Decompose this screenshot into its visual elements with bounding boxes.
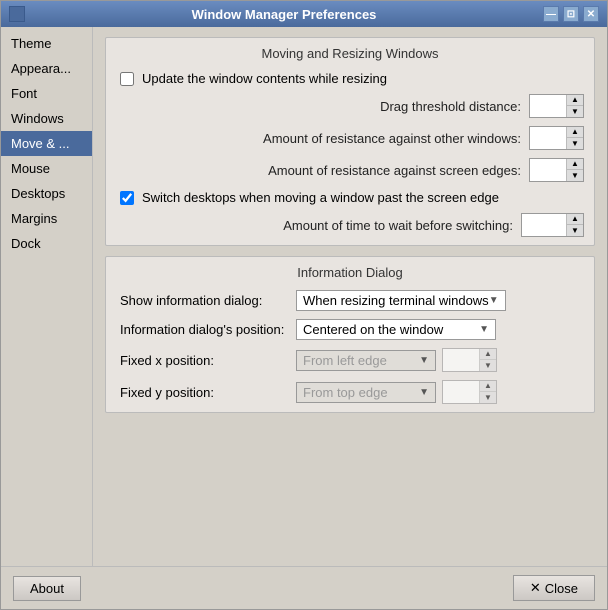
show-dialog-label: Show information dialog:: [116, 293, 296, 308]
drag-threshold-up[interactable]: ▲: [567, 95, 583, 106]
dialog-position-arrow: ▼: [479, 324, 489, 335]
sidebar-item-dock[interactable]: Dock: [1, 231, 92, 256]
moving-section-title: Moving and Resizing Windows: [116, 46, 584, 61]
drag-threshold-spinner-buttons: ▲ ▼: [566, 95, 583, 117]
sidebar-item-theme[interactable]: Theme: [1, 31, 92, 56]
close-button-footer[interactable]: ✕ Close: [513, 575, 595, 601]
wait-before-down[interactable]: ▼: [567, 225, 583, 236]
resistance-windows-input[interactable]: 10: [530, 129, 566, 148]
switch-desktops-checkbox[interactable]: [120, 191, 134, 205]
resistance-windows-spinner[interactable]: 10 ▲ ▼: [529, 126, 584, 150]
dialog-position-dropdown[interactable]: Centered on the window ▼: [296, 319, 496, 340]
fixed-y-input[interactable]: 10: [443, 383, 479, 402]
update-checkbox-label: Update the window contents while resizin…: [142, 71, 387, 86]
close-label: Close: [545, 581, 578, 596]
resistance-windows-spinner-buttons: ▲ ▼: [566, 127, 583, 149]
wait-before-row: Amount of time to wait before switching:…: [116, 213, 584, 237]
moving-section: Moving and Resizing Windows Update the w…: [105, 37, 595, 246]
resistance-windows-down[interactable]: ▼: [567, 138, 583, 149]
fixed-x-up[interactable]: ▲: [480, 349, 496, 360]
close-icon: ✕: [530, 580, 541, 596]
fixed-y-controls: From top edge ▼ 10 ▲ ▼: [296, 380, 497, 404]
resistance-edges-spinner-buttons: ▲ ▼: [566, 159, 583, 181]
wait-before-label: Amount of time to wait before switching:: [116, 218, 521, 233]
dialog-position-selected: Centered on the window: [303, 322, 479, 337]
info-section-title: Information Dialog: [116, 265, 584, 280]
fixed-y-label: Fixed y position:: [116, 385, 296, 400]
main-content: Moving and Resizing Windows Update the w…: [93, 27, 607, 566]
switch-desktops-label: Switch desktops when moving a window pas…: [142, 190, 499, 205]
drag-threshold-label: Drag threshold distance:: [116, 99, 529, 114]
fixed-y-up[interactable]: ▲: [480, 381, 496, 392]
window-icon: [9, 6, 25, 22]
fixed-x-from-dropdown[interactable]: From left edge ▼: [296, 350, 436, 371]
titlebar: Window Manager Preferences — ⊡ ✕: [1, 1, 607, 27]
fixed-y-spinner[interactable]: 10 ▲ ▼: [442, 380, 497, 404]
sidebar-item-windows[interactable]: Windows: [1, 106, 92, 131]
dialog-position-label: Information dialog's position:: [116, 322, 296, 337]
wait-before-up[interactable]: ▲: [567, 214, 583, 225]
fixed-y-from-arrow: ▼: [419, 387, 429, 398]
sidebar-item-desktops[interactable]: Desktops: [1, 181, 92, 206]
dialog-position-row: Information dialog's position: Centered …: [116, 319, 584, 340]
fixed-y-from-dropdown[interactable]: From top edge ▼: [296, 382, 436, 403]
show-dialog-dropdown[interactable]: When resizing terminal windows ▼: [296, 290, 506, 311]
maximize-button[interactable]: ⊡: [563, 6, 579, 22]
minimize-button[interactable]: —: [543, 6, 559, 22]
close-button[interactable]: ✕: [583, 6, 599, 22]
titlebar-controls: — ⊡ ✕: [543, 6, 599, 22]
sidebar-item-font[interactable]: Font: [1, 81, 92, 106]
fixed-y-down[interactable]: ▼: [480, 392, 496, 403]
fixed-x-controls: From left edge ▼ 10 ▲ ▼: [296, 348, 497, 372]
wait-before-spinner-buttons: ▲ ▼: [566, 214, 583, 236]
show-dialog-selected: When resizing terminal windows: [303, 293, 489, 308]
resistance-edges-label: Amount of resistance against screen edge…: [116, 163, 529, 178]
main-window: Window Manager Preferences — ⊡ ✕ Theme A…: [0, 0, 608, 610]
footer: About ✕ Close: [1, 566, 607, 609]
resistance-windows-row: Amount of resistance against other windo…: [116, 126, 584, 150]
content-area: Theme Appeara... Font Windows Move & ...…: [1, 27, 607, 566]
fixed-x-from-arrow: ▼: [419, 355, 429, 366]
drag-threshold-input[interactable]: 8: [530, 97, 566, 116]
sidebar: Theme Appeara... Font Windows Move & ...…: [1, 27, 93, 566]
fixed-x-row: Fixed x position: From left edge ▼ 10 ▲ …: [116, 348, 584, 372]
sidebar-item-move[interactable]: Move & ...: [1, 131, 92, 156]
fixed-x-label: Fixed x position:: [116, 353, 296, 368]
resistance-windows-label: Amount of resistance against other windo…: [116, 131, 529, 146]
fixed-y-spinner-buttons: ▲ ▼: [479, 381, 496, 403]
drag-threshold-row: Drag threshold distance: 8 ▲ ▼: [116, 94, 584, 118]
window-title: Window Manager Preferences: [25, 7, 543, 22]
sidebar-item-appearance[interactable]: Appeara...: [1, 56, 92, 81]
wait-before-input[interactable]: 400: [522, 216, 566, 235]
fixed-y-from-selected: From top edge: [303, 385, 419, 400]
update-checkbox[interactable]: [120, 72, 134, 86]
resistance-windows-up[interactable]: ▲: [567, 127, 583, 138]
switch-desktops-row: Switch desktops when moving a window pas…: [116, 190, 584, 205]
fixed-x-spinner-buttons: ▲ ▼: [479, 349, 496, 371]
sidebar-item-margins[interactable]: Margins: [1, 206, 92, 231]
fixed-y-row: Fixed y position: From top edge ▼ 10 ▲ ▼: [116, 380, 584, 404]
resistance-edges-up[interactable]: ▲: [567, 159, 583, 170]
resistance-edges-down[interactable]: ▼: [567, 170, 583, 181]
update-checkbox-row: Update the window contents while resizin…: [116, 71, 584, 86]
resistance-edges-row: Amount of resistance against screen edge…: [116, 158, 584, 182]
fixed-x-spinner[interactable]: 10 ▲ ▼: [442, 348, 497, 372]
show-dialog-row: Show information dialog: When resizing t…: [116, 290, 584, 311]
resistance-edges-spinner[interactable]: 20 ▲ ▼: [529, 158, 584, 182]
info-section: Information Dialog Show information dial…: [105, 256, 595, 413]
about-button[interactable]: About: [13, 576, 81, 601]
show-dialog-arrow: ▼: [489, 295, 499, 306]
wait-before-spinner[interactable]: 400 ▲ ▼: [521, 213, 584, 237]
drag-threshold-spinner[interactable]: 8 ▲ ▼: [529, 94, 584, 118]
sidebar-item-mouse[interactable]: Mouse: [1, 156, 92, 181]
fixed-x-down[interactable]: ▼: [480, 360, 496, 371]
fixed-x-input[interactable]: 10: [443, 351, 479, 370]
drag-threshold-down[interactable]: ▼: [567, 106, 583, 117]
resistance-edges-input[interactable]: 20: [530, 161, 566, 180]
fixed-x-from-selected: From left edge: [303, 353, 419, 368]
